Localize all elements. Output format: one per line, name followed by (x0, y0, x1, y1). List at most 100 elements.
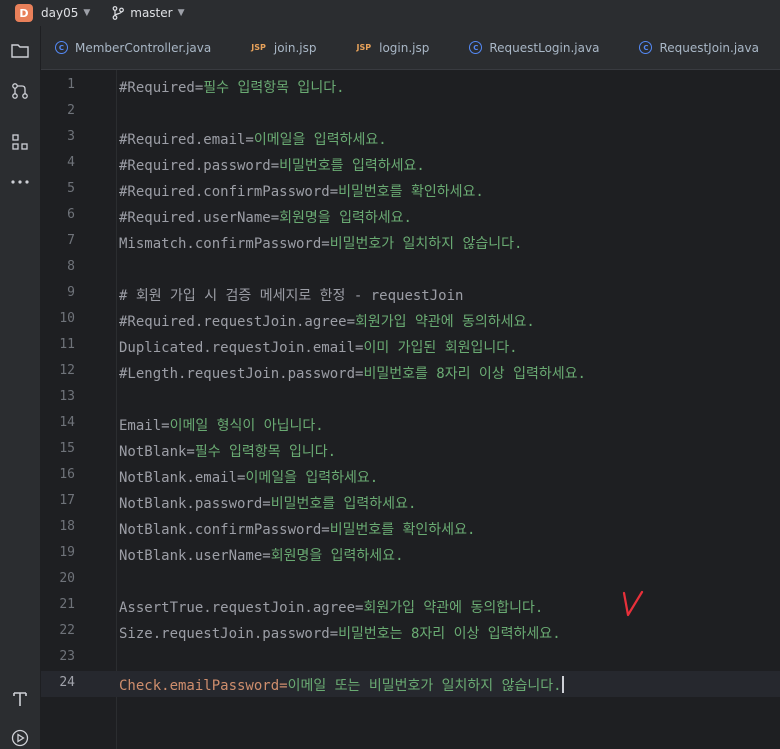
line-number: 8 (67, 259, 75, 274)
property-key: #Required.requestJoin.agree= (119, 314, 356, 330)
code-line[interactable]: 1 #Required=필수 입력항목 입니다. (41, 73, 780, 99)
code-line[interactable]: 23 (41, 645, 780, 671)
line-number: 3 (67, 129, 75, 144)
line-number: 24 (59, 675, 75, 690)
code-line[interactable]: 19 NotBlank.userName=회원명을 입력하세요. (41, 541, 780, 567)
line-number: 6 (67, 207, 75, 222)
code-line[interactable]: 2 (41, 99, 780, 125)
code-editor[interactable]: 1 #Required=필수 입력항목 입니다. 2 3 #Required.email… (41, 70, 780, 749)
code-text: NotBlank.email=이메일을 입력하세요. (119, 467, 378, 487)
code-line[interactable]: 8 (41, 255, 780, 281)
chevron-down-icon[interactable]: ▼ (83, 8, 90, 18)
property-key: Duplicated.requestJoin.email= (119, 340, 364, 356)
project-name[interactable]: day05 (41, 6, 78, 20)
line-number: 18 (59, 519, 75, 534)
code-text: NotBlank=필수 입력항목 입니다. (119, 441, 336, 461)
tab-label: RequestLogin.java (489, 40, 600, 55)
property-value: 필수 입력항목 입니다. (203, 80, 345, 96)
editor-tab[interactable]: C MemberController.java (55, 41, 211, 55)
line-number: 13 (59, 389, 75, 404)
branch-selector[interactable]: master ▼ (112, 6, 185, 20)
property-value: 이메일을 입력하세요. (253, 132, 387, 148)
code-line[interactable]: 13 (41, 385, 780, 411)
property-key: AssertTrue.requestJoin.agree= (119, 600, 364, 616)
tab-label: MemberController.java (75, 40, 212, 55)
structure-icon[interactable] (9, 131, 31, 153)
jsp-icon: JSP (251, 43, 266, 52)
editor-tab[interactable]: JSP login.jsp (357, 41, 430, 55)
code-text: #Required=필수 입력항목 입니다. (119, 77, 345, 97)
property-value: 비밀번호를 확인하세요. (329, 522, 476, 538)
property-key: #Required.confirmPassword= (119, 184, 339, 200)
property-key: NotBlank.userName= (119, 548, 271, 564)
code-line[interactable]: 24 Check.emailPassword=이메일 또는 비밀번호가 일치하지 … (41, 671, 780, 697)
run-icon[interactable] (9, 727, 31, 749)
line-number: 12 (59, 363, 75, 378)
code-text: AssertTrue.requestJoin.agree=회원가입 약관에 동의… (119, 597, 543, 617)
editor-tab[interactable]: C RequestLogin.java (469, 41, 599, 55)
property-value: 비밀번호가 일치하지 않습니다. (329, 236, 523, 252)
line-number: 4 (67, 155, 75, 170)
code-text: Check.emailPassword=이메일 또는 비밀번호가 일치하지 않습… (119, 675, 564, 695)
code-line[interactable]: 16 NotBlank.email=이메일을 입력하세요. (41, 463, 780, 489)
code-text: Duplicated.requestJoin.email=이미 가입된 회원입니… (119, 337, 518, 357)
code-line[interactable]: 21 AssertTrue.requestJoin.agree=회원가입 약관에 … (41, 593, 780, 619)
property-value: 비밀번호를 입력하세요. (279, 158, 425, 174)
property-key: # 회원 가입 시 검증 메세지로 한정 - requestJoin (119, 288, 464, 304)
branch-name: master (130, 6, 173, 20)
line-number: 1 (67, 77, 75, 92)
property-value: 이메일을 입력하세요. (245, 470, 379, 486)
git-branch-icon (112, 6, 125, 20)
text-icon[interactable] (9, 688, 31, 710)
line-number: 23 (59, 649, 75, 664)
line-number: 19 (59, 545, 75, 560)
java-class-icon: C (469, 41, 483, 54)
property-key: NotBlank= (119, 444, 195, 460)
line-number: 10 (59, 311, 75, 326)
line-number: 17 (59, 493, 75, 508)
code-line[interactable]: 11 Duplicated.requestJoin.email=이미 가입된 회원… (41, 333, 780, 359)
code-text: NotBlank.userName=회원명을 입력하세요. (119, 545, 404, 565)
line-number: 2 (67, 103, 75, 118)
line-number: 16 (59, 467, 75, 482)
tab-label: login.jsp (379, 40, 430, 55)
code-line[interactable]: 20 (41, 567, 780, 593)
property-value: 회원명을 입력하세요. (279, 210, 412, 226)
property-value: 비밀번호를 입력하세요. (270, 496, 417, 512)
code-line[interactable]: 9 # 회원 가입 시 검증 메세지로 한정 - requestJoin (41, 281, 780, 307)
code-line[interactable]: 22 Size.requestJoin.password=비밀번호는 8자리 이상… (41, 619, 780, 645)
code-text: Email=이메일 형식이 아닙니다. (119, 415, 324, 435)
property-value: 이미 가입된 회원입니다. (363, 340, 518, 356)
project-badge[interactable]: D (15, 4, 33, 22)
property-value: 비밀번호는 8자리 이상 입력하세요. (338, 626, 561, 642)
code-line[interactable]: 3 #Required.email=이메일을 입력하세요. (41, 125, 780, 151)
line-number: 9 (67, 285, 75, 300)
code-text: Mismatch.confirmPassword=비밀번호가 일치하지 않습니다… (119, 233, 522, 253)
line-number: 11 (59, 337, 75, 352)
folder-icon[interactable] (9, 40, 31, 62)
code-line[interactable]: 6 #Required.userName=회원명을 입력하세요. (41, 203, 780, 229)
more-icon[interactable] (9, 171, 31, 193)
git-icon[interactable] (9, 80, 31, 102)
code-line[interactable]: 4 #Required.password=비밀번호를 입력하세요. (41, 151, 780, 177)
code-line[interactable]: 10 #Required.requestJoin.agree=회원가입 약관에 동… (41, 307, 780, 333)
code-text: #Length.requestJoin.password=비밀번호를 8자리 이… (119, 363, 586, 383)
code-line[interactable]: 12 #Length.requestJoin.password=비밀번호를 8자리… (41, 359, 780, 385)
property-key: Check.emailPassword= (119, 678, 288, 694)
chevron-down-icon: ▼ (177, 8, 185, 18)
editor-tab[interactable]: JSP join.jsp (251, 41, 316, 55)
red-check-mark (622, 590, 644, 617)
line-number: 5 (67, 181, 75, 196)
code-line[interactable]: 15 NotBlank=필수 입력항목 입니다. (41, 437, 780, 463)
java-class-icon: C (639, 41, 653, 54)
code-line[interactable]: 18 NotBlank.confirmPassword=비밀번호를 확인하세요. (41, 515, 780, 541)
property-value: 이메일 형식이 아닙니다. (169, 418, 324, 434)
code-line[interactable]: 7 Mismatch.confirmPassword=비밀번호가 일치하지 않습니… (41, 229, 780, 255)
line-number: 7 (67, 233, 75, 248)
editor-tab[interactable]: C RequestJoin.java (639, 41, 759, 55)
property-key: #Length.requestJoin.password= (119, 366, 364, 382)
code-text: Size.requestJoin.password=비밀번호는 8자리 이상 입… (119, 623, 561, 643)
code-line[interactable]: 17 NotBlank.password=비밀번호를 입력하세요. (41, 489, 780, 515)
code-line[interactable]: 5 #Required.confirmPassword=비밀번호를 확인하세요. (41, 177, 780, 203)
code-line[interactable]: 14 Email=이메일 형식이 아닙니다. (41, 411, 780, 437)
